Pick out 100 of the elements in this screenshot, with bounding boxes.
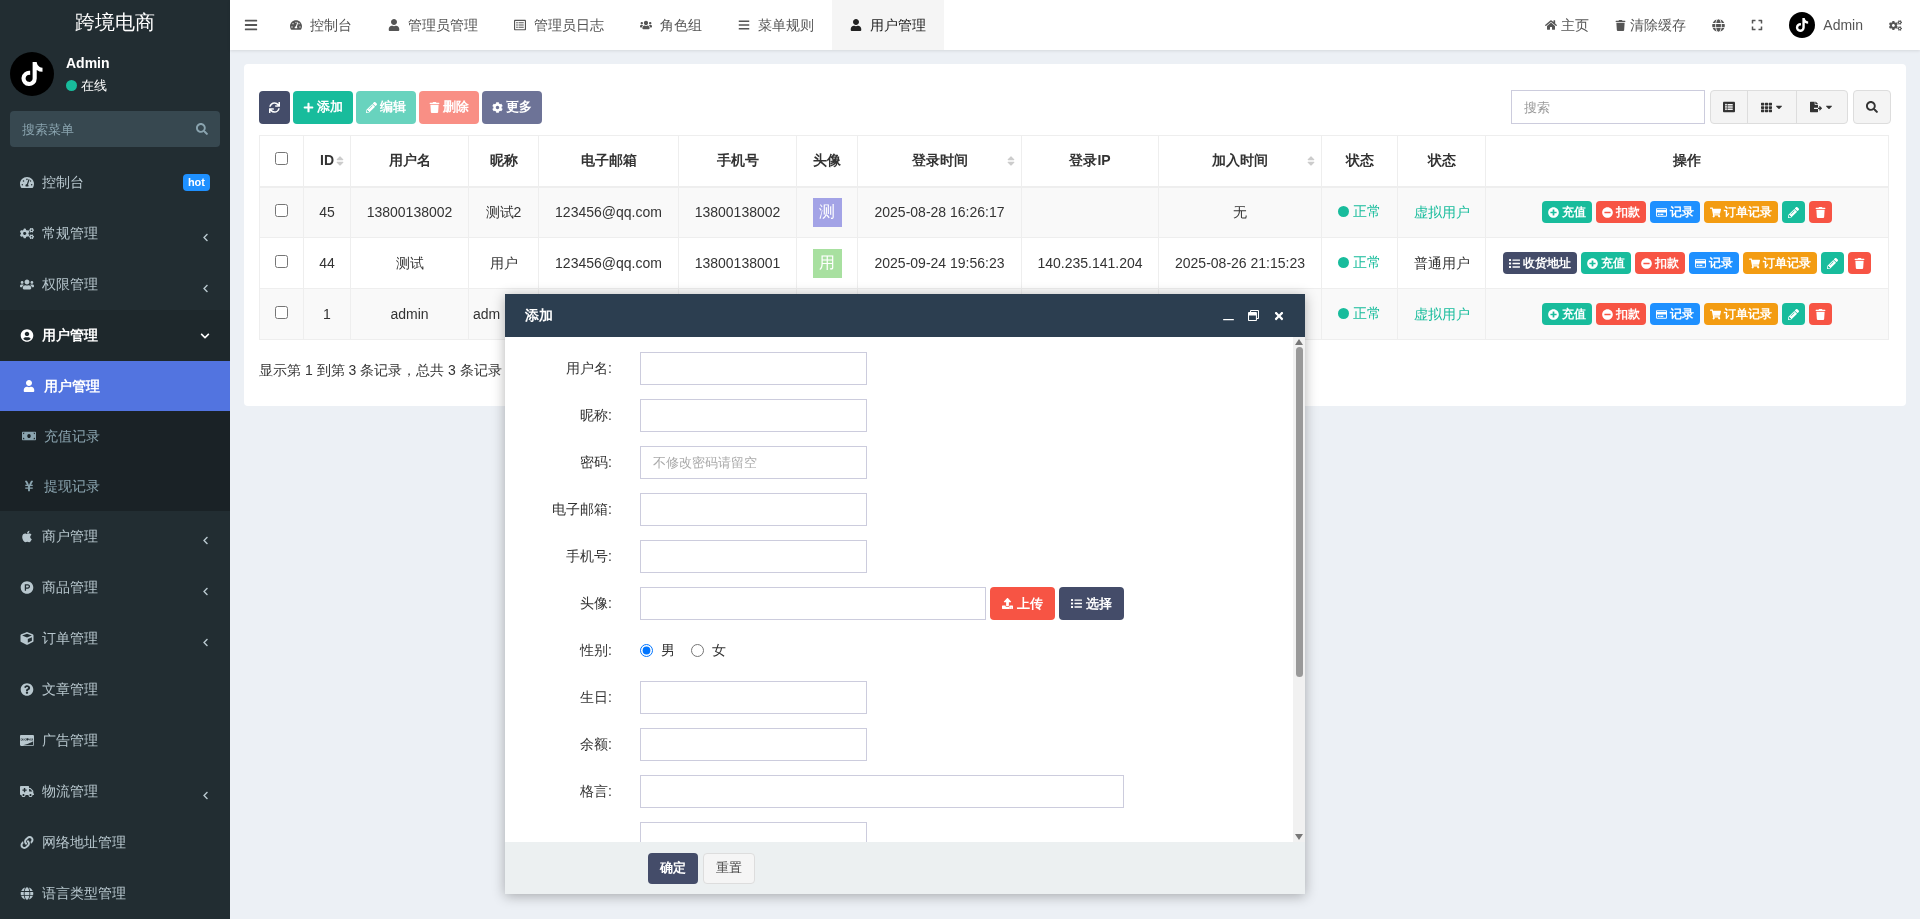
nav-tab[interactable]: 管理员管理 [370, 0, 496, 50]
clear-cache-link[interactable]: 清除缓存 [1615, 14, 1687, 36]
sidebar-item[interactable]: 商品管理 [0, 562, 230, 613]
column-header: 电子邮箱 [538, 135, 679, 187]
avatar-tile: 用 [812, 248, 842, 278]
table-cell: 测试 [350, 237, 469, 289]
row-checkbox[interactable] [275, 254, 288, 268]
column-header: 用户名 [350, 135, 469, 187]
delete-button[interactable] [1809, 303, 1832, 325]
column-header[interactable]: 登录时间 [857, 135, 1022, 187]
table-cell: 虚拟用户 [1397, 186, 1486, 238]
nav-tab[interactable]: 角色组 [622, 0, 720, 50]
input-field[interactable] [640, 399, 867, 432]
sidebar-item[interactable]: 商户管理 [0, 511, 230, 562]
home-link[interactable]: 主页 [1545, 14, 1590, 36]
table-cell: 123456@qq.com [538, 237, 679, 289]
sidebar-item[interactable]: 网络地址管理 [0, 817, 230, 868]
column-header: 状态 [1321, 135, 1398, 187]
trash-icon [429, 101, 440, 113]
address-button[interactable]: 收货地址 [1503, 252, 1577, 274]
sidebar-item[interactable]: 广告管理 [0, 715, 230, 766]
avatar-icon [10, 52, 54, 96]
field-label: 生日: [580, 689, 612, 705]
sidebar-item[interactable]: 订单管理 [0, 613, 230, 664]
row-checkbox[interactable] [275, 152, 288, 166]
cart-icon [1749, 257, 1760, 269]
table-cell: 13800138002 [350, 186, 469, 238]
row-checkbox[interactable] [275, 203, 288, 217]
menu-icon[interactable] [244, 18, 258, 32]
submenu-item[interactable]: 用户管理 [0, 361, 230, 411]
input-field[interactable] [640, 352, 867, 385]
field-label: 昵称: [580, 407, 612, 423]
refresh-button[interactable] [259, 90, 290, 124]
delete-button[interactable] [1848, 252, 1871, 274]
table-cell: 2025-09-24 19:56:23 [857, 237, 1022, 289]
sidebar-item[interactable]: 语言类型管理 [0, 868, 230, 919]
edit-button[interactable] [1782, 201, 1805, 224]
choose-button[interactable]: 选择 [1059, 587, 1124, 620]
link-icon [20, 836, 34, 849]
column-header: 操作 [1485, 135, 1889, 187]
input-field[interactable] [640, 587, 986, 620]
column-header: 登录IP [1021, 135, 1159, 187]
more-button[interactable]: 更多 [482, 90, 542, 124]
sidebar-item[interactable]: 控制台 hot [0, 157, 230, 208]
pagination-summary: 显示第 1 到第 3 条记录，总共 3 条记录 [259, 362, 502, 378]
search-field[interactable]: 搜索 [1511, 90, 1705, 124]
scrollbar[interactable] [1293, 337, 1305, 842]
submenu-item[interactable]: 提现记录 [0, 461, 230, 511]
sidebar-item[interactable]: 权限管理 [0, 259, 230, 310]
card-icon [1695, 257, 1706, 269]
field-label: 密码: [580, 454, 612, 470]
pencil-icon [1788, 206, 1799, 218]
column-header[interactable]: 加入时间 [1158, 135, 1322, 187]
confirm-button[interactable]: 确定 [648, 852, 698, 884]
menu-search-field[interactable]: 搜索菜单 [10, 111, 220, 147]
scroll-down-icon[interactable] [1295, 834, 1303, 840]
field-label: 电子邮箱: [552, 501, 612, 517]
table-cell: 虚拟用户 [1397, 288, 1486, 340]
row-checkbox[interactable] [275, 305, 288, 319]
sidebar-item[interactable]: 物流管理 [0, 766, 230, 817]
sidebar-item[interactable]: 文章管理 [0, 664, 230, 715]
admin-name[interactable]: Admin [1823, 14, 1863, 36]
nav-tab[interactable]: 控制台 [272, 0, 370, 50]
column-header[interactable]: ID [303, 135, 351, 187]
field-label: 格言: [580, 783, 612, 799]
input-field[interactable] [640, 728, 867, 761]
search-button[interactable] [1853, 90, 1891, 124]
restore-icon[interactable] [1248, 310, 1259, 321]
field-label: 用户名: [566, 360, 612, 376]
search-icon [196, 123, 208, 135]
input-field[interactable] [640, 540, 867, 573]
radio-button[interactable] [640, 644, 653, 657]
delete-button[interactable] [1809, 201, 1832, 224]
input-field[interactable]: 不修改密码请留空 [640, 446, 867, 479]
gears-icon[interactable] [1889, 18, 1902, 32]
yen-icon [22, 480, 36, 492]
nav-tab[interactable]: 菜单规则 [720, 0, 832, 50]
hot-badge: hot [182, 174, 210, 191]
edit-button[interactable] [1821, 252, 1844, 274]
nav-tab[interactable]: 管理员日志 [496, 0, 622, 50]
field-label: 余额: [580, 736, 612, 752]
input-field[interactable] [640, 493, 867, 526]
input-field[interactable] [640, 681, 867, 714]
table-cell: 2025-08-28 16:26:17 [857, 186, 1022, 238]
close-icon[interactable] [1273, 309, 1285, 322]
table-cell: 2025-08-26 21:15:23 [1158, 237, 1322, 289]
reset-button[interactable]: 重置 [703, 852, 755, 884]
nav-tab[interactable]: 用户管理 [832, 0, 944, 50]
input-field[interactable] [640, 775, 1124, 808]
radio-button[interactable] [691, 644, 704, 657]
edit-button[interactable] [1782, 303, 1805, 325]
submenu-item[interactable]: 充值记录 [0, 411, 230, 461]
sidebar-item[interactable]: 用户管理 [0, 310, 230, 361]
chevron-down-icon [200, 330, 210, 341]
pencil-icon [366, 101, 377, 113]
sidebar-item[interactable]: 常规管理 [0, 208, 230, 259]
column-header: 状态 [1397, 135, 1486, 187]
fullscreen-icon[interactable] [1751, 19, 1764, 31]
globe-icon[interactable] [1712, 18, 1726, 32]
table-cell: admin [350, 288, 469, 340]
